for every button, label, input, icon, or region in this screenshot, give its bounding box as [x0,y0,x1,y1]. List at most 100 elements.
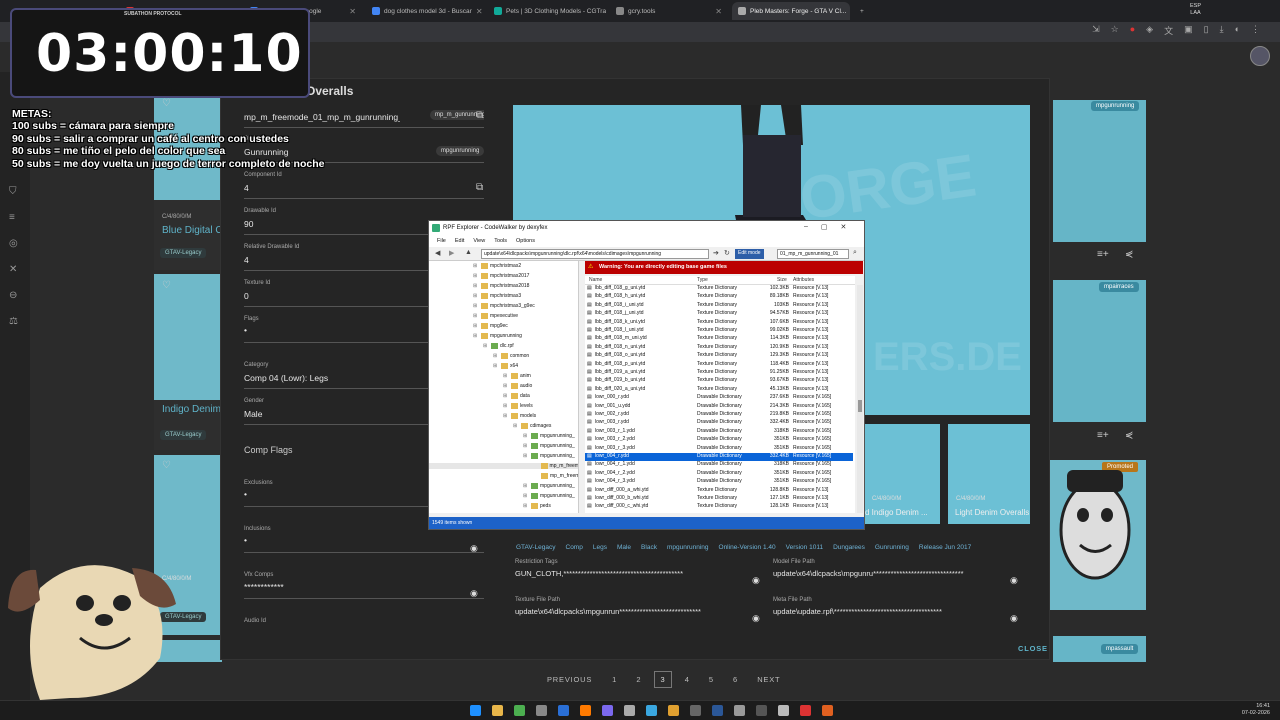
tag[interactable]: Gunrunning [875,544,909,551]
menu-tools[interactable]: Tools [494,238,507,247]
extension-icon[interactable]: ◈ [1146,24,1153,37]
file-row[interactable]: lowr_003_r.ydd Drawable Dictionary 332.4KB… [585,419,853,427]
tag[interactable]: Online-Version 1.40 [719,544,776,551]
file-row[interactable]: lbb_diff_018_k_uni.ytd Texture Dictionary… [585,319,853,327]
file-row[interactable]: lbb_diff_020_a_uni.ytd Texture Dictionary… [585,386,853,394]
tree-node[interactable]: ⊞ data [503,393,530,399]
tree-node[interactable]: ⊞ mpgunrunning_ [523,443,575,449]
tag[interactable]: GTAV-Legacy [516,544,556,551]
related-card-title[interactable]: d Indigo Denim ... [865,508,928,517]
file-row[interactable]: lowr_000_r.ydd Drawable Dictionary 237.6KB… [585,394,853,402]
tree-node[interactable]: ⊞ mpgunrunning [473,333,522,339]
expand-icon[interactable]: ⊞ [493,353,499,359]
tree-node[interactable]: mp_m_freem [429,463,578,469]
back-icon[interactable]: ◀ [435,249,440,257]
expand-icon[interactable]: ⊞ [503,403,509,409]
tree-node[interactable]: ⊞ mpgunrunning_ [523,483,575,489]
discord-icon[interactable] [602,705,613,716]
scrollbar-thumb[interactable] [858,400,862,412]
file-row[interactable]: lbb_diff_018_p_uni.ytd Texture Dictionary… [585,361,853,369]
expand-icon[interactable]: ⊞ [503,393,509,399]
maximize-icon[interactable]: ▢ [821,223,828,231]
translate-icon[interactable]: 文 [1164,24,1173,37]
tag[interactable]: Dungarees [833,544,865,551]
tree-node[interactable]: ⊞ models [503,413,536,419]
tree-node[interactable]: ⊞ mpchristmas2018 [473,283,529,289]
copy-icon[interactable]: ⧉ [476,110,483,121]
tree-node[interactable]: ⊞ dlc.rpf [483,343,514,349]
profile-icon[interactable]: ◐ [1235,24,1240,37]
expand-icon[interactable]: ⊞ [503,413,509,419]
share-icon[interactable]: ⋞ [1125,249,1133,260]
tree-node[interactable]: ⊞ mpchristmas3_g9ec [473,303,535,309]
file-row[interactable]: lowr_002_r.ydd Drawable Dictionary 219.8KB… [585,411,853,419]
expand-icon[interactable]: ⊞ [473,333,479,339]
reveal-eye-icon[interactable]: ◉ [752,613,760,624]
card-image[interactable] [1053,100,1146,242]
tree-node[interactable]: ⊞ cdimages [513,423,551,429]
system-clock[interactable]: 16:41 07-02-2026 [1242,703,1270,717]
terminal-icon[interactable] [690,705,701,716]
close-button[interactable]: CLOSE [1018,644,1048,653]
page-5[interactable]: 5 [702,671,720,688]
file-row[interactable]: lowr_004_r_3.ydd Drawable Dictionary 351KB… [585,478,853,486]
file-row[interactable]: lbb_diff_018_j_uni.ytd Texture Dictionary… [585,310,853,318]
expand-icon[interactable]: ⊞ [473,303,479,309]
col-type[interactable]: Type [697,277,708,283]
file-row[interactable]: lbb_diff_019_a_uni.ytd Texture Dictionary… [585,369,853,377]
add-list-icon[interactable]: ≡+ [1097,430,1109,441]
tab-close-icon[interactable]: ✕ [715,7,722,16]
tree-node[interactable]: ⊞ common [493,353,529,359]
file-explorer-icon[interactable] [492,705,503,716]
steam-icon[interactable] [558,705,569,716]
extension-red-icon[interactable]: ● [1130,24,1135,37]
copy-icon[interactable]: ⧉ [476,182,483,193]
tree-node[interactable]: ⊞ mpexecutive [473,313,518,319]
close-icon[interactable]: ✕ [841,223,847,231]
menu-options[interactable]: Options [516,238,535,247]
reveal-eye-icon[interactable]: ◉ [752,575,760,586]
file-row[interactable]: lowr_diff_000_c_whi.ytd Texture Dictionar… [585,503,853,511]
expand-icon[interactable]: ⊞ [523,453,529,459]
tree-node[interactable]: ⊞ anim [503,373,531,379]
install-icon[interactable]: ⇲ [1092,24,1100,37]
tree-node[interactable]: ⊞ mpchristmas3 [473,293,521,299]
go-icon[interactable]: ➔ [713,249,719,257]
folder-tree[interactable]: ⊞ mpchristmas2 ⊞ mpchristmas2017 ⊞ mpchristma… [429,261,579,513]
expand-icon[interactable]: ⊞ [523,503,529,509]
user-avatar[interactable] [1250,46,1270,66]
database-icon[interactable]: ◎ [9,238,18,249]
tag[interactable]: Black [641,544,657,551]
expand-icon[interactable]: ⊞ [523,493,529,499]
app-icon[interactable] [734,705,745,716]
app-icon[interactable] [822,705,833,716]
tag[interactable]: Release Jun 2017 [919,544,971,551]
file-row[interactable]: lbb_diff_018_n_uni.ytd Texture Dictionary… [585,344,853,352]
file-row[interactable]: lbb_diff_018_g_uni.ytd Texture Dictionary… [585,285,853,293]
col-size[interactable]: Size [777,277,787,283]
search-icon[interactable]: ⌕ [853,249,857,257]
card-tag[interactable]: GTAV-Legacy [160,430,207,440]
card-title[interactable]: Indigo Denim [162,404,221,415]
file-row[interactable]: lbb_diff_018_l_uni.ytd Texture Dictionary… [585,327,853,335]
app-icon[interactable] [668,705,679,716]
window-title[interactable]: RPF Explorer - CodeWalker by dexyfex [429,221,864,236]
app-icon[interactable] [756,705,767,716]
expand-icon[interactable]: ⊞ [473,323,479,329]
bookmark-star-icon[interactable]: ☆ [1111,24,1119,37]
new-tab-button[interactable]: + [854,2,870,20]
tag[interactable]: Version 1011 [786,544,823,551]
search-input[interactable]: 01_mp_m_gunrunning_01 [777,249,849,259]
edit-mode-button[interactable]: Edit mode [735,249,764,259]
puzzle-icon[interactable]: ▣ [1184,24,1193,37]
expand-icon[interactable]: ⊞ [473,273,479,279]
file-row[interactable]: lowr_diff_000_a_whi.ytd Texture Dictionar… [585,487,853,495]
tree-node[interactable]: ⊞ peds [523,503,551,509]
tree-node[interactable]: ⊞ x64 [493,363,518,369]
file-row[interactable]: lowr_004_r_2.ydd Drawable Dictionary 351KB… [585,470,853,478]
up-icon[interactable]: ▲ [465,249,472,256]
minus-circle-icon[interactable]: ⊖ [9,290,17,301]
share-icon[interactable]: ⋞ [1125,430,1133,441]
file-row[interactable]: lbb_diff_018_i_uni.ytd Texture Dictionary… [585,302,853,310]
card-tag[interactable]: mpairraces [1099,282,1139,292]
